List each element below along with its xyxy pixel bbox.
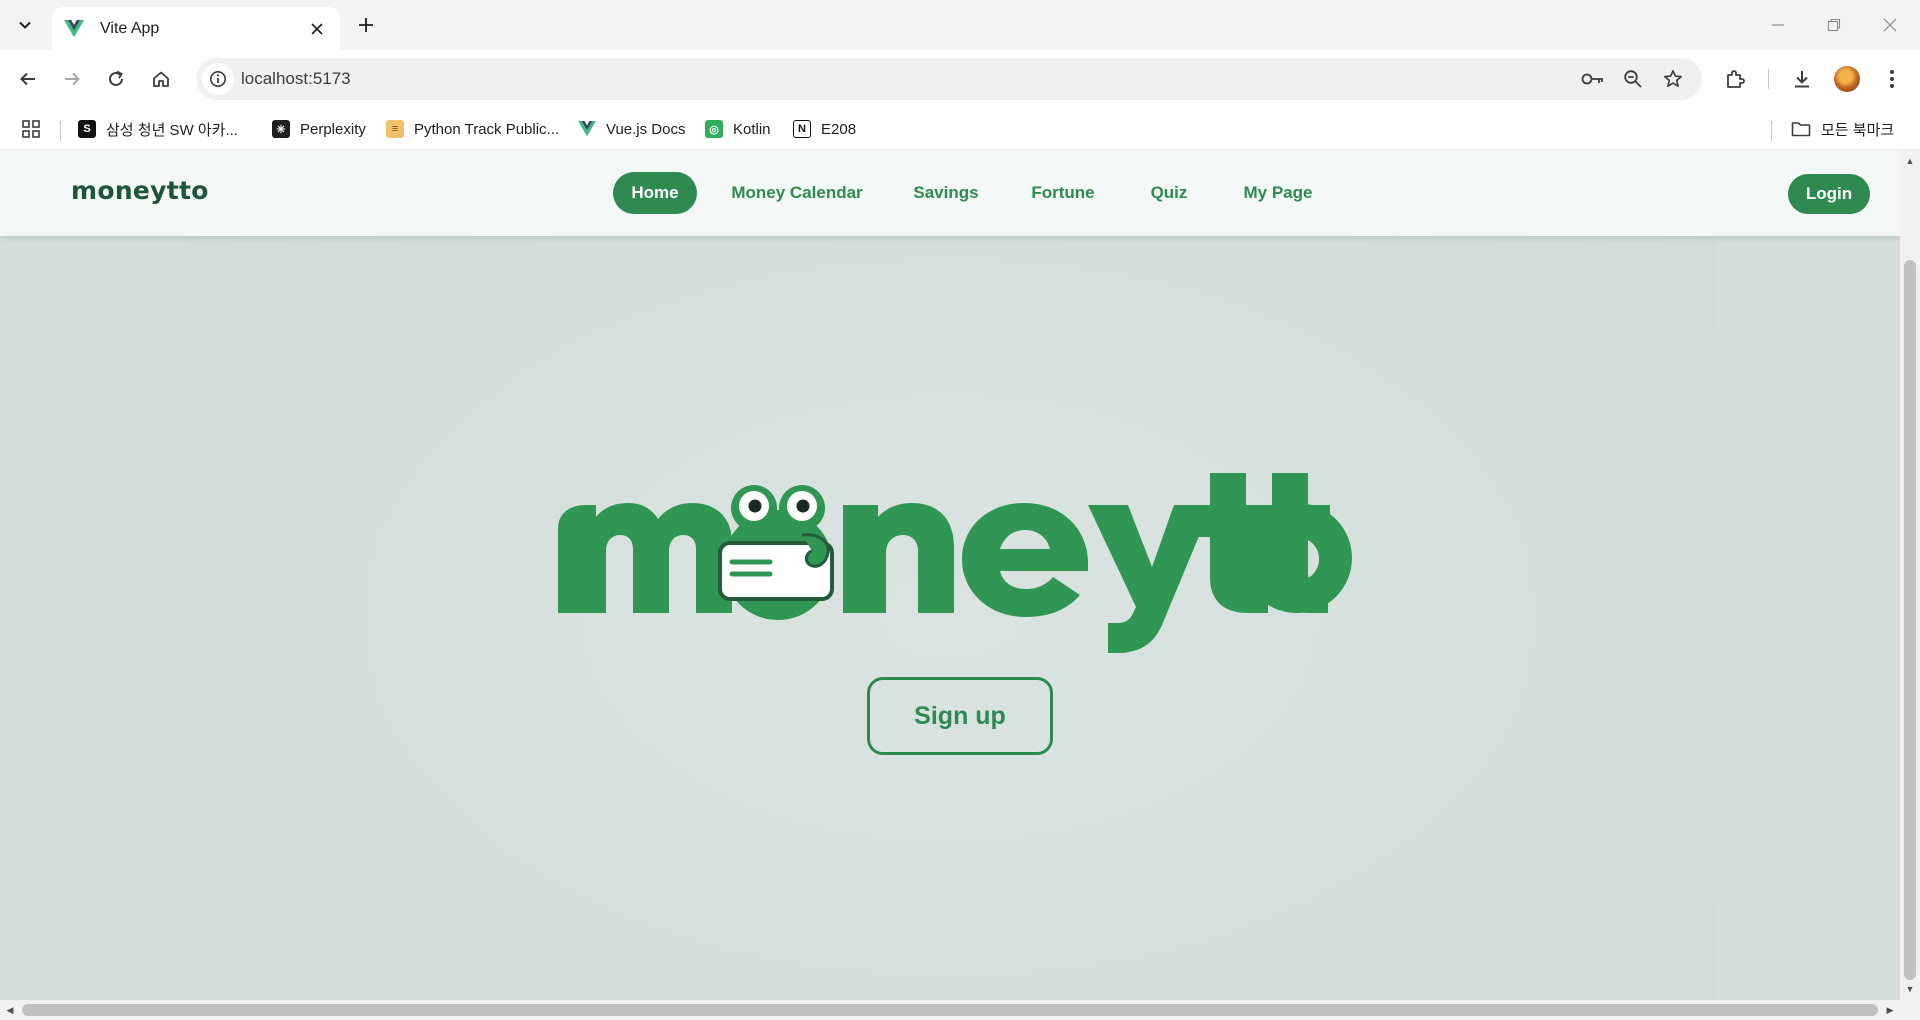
perplexity-favicon-icon: ✳	[272, 120, 290, 138]
extensions-button[interactable]	[1719, 62, 1753, 96]
bookmark-label: Kotlin	[733, 120, 771, 138]
address-bar[interactable]: localhost:5173	[196, 58, 1702, 100]
chevron-down-icon	[19, 21, 31, 29]
vue-favicon-icon	[64, 19, 84, 39]
bookmark-label: 삼성 청년 SW 아카...	[106, 121, 238, 139]
puzzle-icon	[1727, 70, 1745, 88]
restore-icon	[1827, 18, 1841, 32]
scroll-up-arrow-icon[interactable]: ▲	[1903, 154, 1917, 168]
password-key-icon[interactable]	[1580, 66, 1606, 92]
vue-favicon-icon	[578, 120, 596, 138]
forward-button[interactable]	[53, 60, 91, 98]
apps-button[interactable]	[22, 116, 40, 142]
menu-button[interactable]	[1875, 62, 1909, 96]
bookmark-label: Python Track Public...	[414, 120, 560, 138]
tab-title: Vite App	[100, 19, 160, 37]
reload-button[interactable]	[97, 60, 135, 98]
close-window-button[interactable]	[1862, 0, 1918, 50]
kotlin-favicon-icon: ◎	[705, 120, 723, 138]
apps-grid-icon	[22, 120, 40, 138]
profile-button[interactable]	[1830, 62, 1864, 96]
nav-home[interactable]: Home	[613, 172, 697, 214]
bookmark-kotlin[interactable]: ◎ Kotlin	[705, 116, 771, 142]
nav-fortune[interactable]: Fortune	[1023, 172, 1103, 214]
bookmarks-divider	[60, 121, 61, 141]
back-button[interactable]	[9, 60, 47, 98]
page-viewport: moneytto Home Money Calendar Savings For…	[0, 150, 1900, 1000]
moneytto-frog-logo	[558, 473, 1352, 653]
bookmark-e208[interactable]: N E208	[793, 116, 856, 142]
nav-my-page[interactable]: My Page	[1237, 172, 1319, 214]
forward-arrow-icon	[65, 72, 80, 86]
tab-search-button[interactable]	[10, 10, 40, 40]
nav-money-calendar[interactable]: Money Calendar	[723, 172, 871, 214]
downloads-button[interactable]	[1785, 62, 1819, 96]
nav-savings[interactable]: Savings	[907, 172, 985, 214]
active-tab[interactable]: Vite App	[52, 7, 340, 50]
all-bookmarks-label: 모든 북마크	[1821, 121, 1895, 139]
all-bookmarks-button[interactable]: 모든 북마크	[1791, 116, 1894, 142]
restore-button[interactable]	[1806, 0, 1862, 50]
bookmark-vue-docs[interactable]: Vue.js Docs	[578, 116, 685, 142]
ssafy-favicon-icon: S	[78, 120, 96, 138]
bookmark-perplexity[interactable]: ✳ Perplexity	[272, 116, 366, 142]
bookmark-label: Perplexity	[300, 120, 366, 138]
bookmark-star-icon[interactable]	[1660, 66, 1686, 92]
bookmark-python-track[interactable]: ≡ Python Track Public...	[386, 116, 559, 142]
hero-logo	[556, 473, 1368, 653]
avatar	[1834, 66, 1860, 92]
site-header: moneytto Home Money Calendar Savings For…	[0, 150, 1900, 236]
document-favicon-icon: ≡	[386, 120, 404, 138]
home-button[interactable]	[142, 60, 180, 98]
brand-logo[interactable]: moneytto	[71, 176, 209, 205]
scroll-down-arrow-icon[interactable]: ▼	[1903, 982, 1917, 996]
bookmark-ssafy[interactable]: S 삼성 청년 SW 아카...	[78, 116, 238, 142]
zoom-icon[interactable]	[1620, 66, 1646, 92]
toolbar-divider	[1768, 69, 1769, 89]
home-icon	[153, 71, 169, 87]
horizontal-scroll-thumb[interactable]	[22, 1004, 1878, 1016]
bookmark-label: Vue.js Docs	[606, 120, 686, 138]
close-icon	[1883, 18, 1897, 32]
login-button[interactable]: Login	[1788, 174, 1870, 214]
plus-icon	[359, 18, 373, 32]
reload-icon	[109, 70, 123, 86]
more-vertical-icon	[1890, 70, 1894, 88]
bookmarks-bar: S 삼성 청년 SW 아카... ✳ Perplexity ≡ Python T…	[0, 108, 1920, 150]
folder-icon	[1791, 122, 1811, 137]
vertical-scrollbar[interactable]: ▲ ▼	[1900, 150, 1920, 1000]
minimize-icon	[1772, 24, 1784, 26]
horizontal-scrollbar[interactable]: ◀ ▶	[0, 1000, 1920, 1020]
back-arrow-icon	[20, 72, 35, 86]
download-icon	[1795, 71, 1809, 88]
bookmark-label: E208	[821, 120, 857, 138]
nav-quiz[interactable]: Quiz	[1143, 172, 1195, 214]
notion-favicon-icon: N	[793, 120, 811, 138]
new-tab-button[interactable]	[352, 11, 380, 39]
bookmarks-divider	[1771, 121, 1772, 141]
scroll-right-arrow-icon[interactable]: ▶	[1883, 1003, 1897, 1017]
tab-close-icon[interactable]	[306, 18, 328, 40]
browser-toolbar: localhost:5173	[0, 50, 1920, 108]
minimize-button[interactable]	[1750, 0, 1806, 50]
vertical-scroll-thumb[interactable]	[1904, 260, 1916, 980]
signup-button[interactable]: Sign up	[867, 677, 1053, 755]
site-info-icon[interactable]	[202, 63, 234, 95]
scroll-left-arrow-icon[interactable]: ◀	[3, 1003, 17, 1017]
tab-strip: Vite App	[0, 0, 1920, 50]
url-text: localhost:5173	[241, 69, 351, 88]
